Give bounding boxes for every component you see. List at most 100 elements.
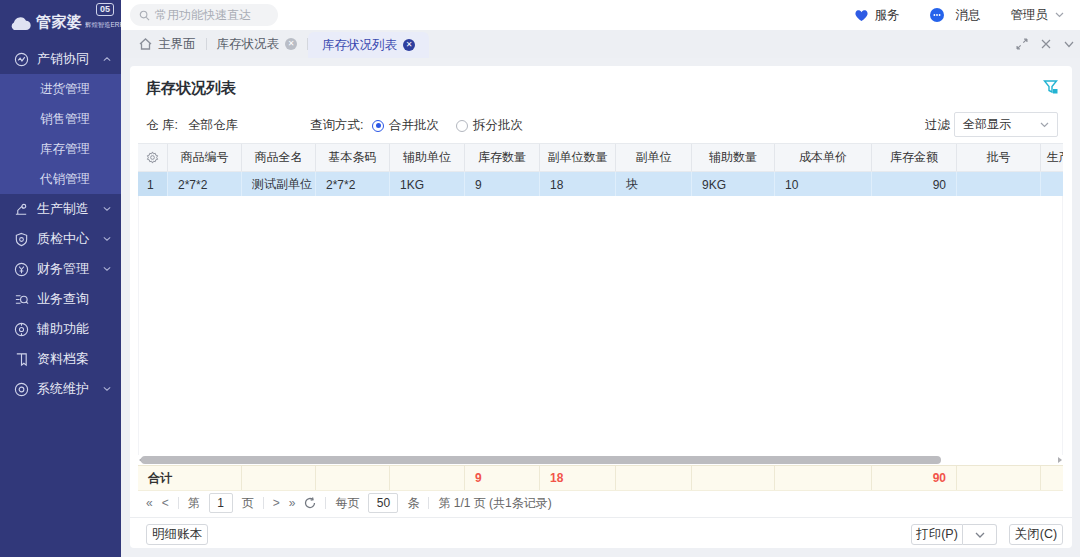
table-cell: 块 xyxy=(616,172,692,197)
column-header[interactable]: 库存金额 xyxy=(872,144,957,171)
total-cell: 18 xyxy=(540,466,616,490)
brand-logo: 管家婆 辉煌智造ERP 05 xyxy=(0,0,121,44)
user-menu[interactable]: 管理员 xyxy=(1011,7,1071,24)
hand-gear-icon xyxy=(13,321,29,337)
table-cell: 2*7*2 xyxy=(316,172,390,197)
scroll-right-arrow[interactable] xyxy=(1057,456,1063,464)
sidebar-item-6[interactable]: 资料档案 xyxy=(0,344,121,374)
column-header[interactable]: 生产日期 xyxy=(1041,144,1063,171)
messages-menu[interactable]: 消息 xyxy=(930,7,981,24)
page-label-post: 页 xyxy=(242,495,254,512)
print-button[interactable]: 打印(P) xyxy=(911,524,963,545)
tab-inventory-report[interactable]: 库存状况表 ✕ xyxy=(207,30,308,58)
close-tab-icon[interactable] xyxy=(1041,39,1051,49)
column-header[interactable]: 商品编号 xyxy=(168,144,242,171)
sidebar-item-7[interactable]: 系统维护 xyxy=(0,374,121,404)
radio-label: 合并批次 xyxy=(389,117,439,134)
page-number-input[interactable]: 1 xyxy=(209,493,233,513)
column-settings-gear-icon[interactable] xyxy=(138,144,168,171)
shield-check-icon xyxy=(13,231,29,247)
column-header[interactable]: 库存数量 xyxy=(465,144,540,171)
row-index: 1 xyxy=(138,172,168,197)
home-icon xyxy=(139,38,152,50)
warehouse-label: 仓 库: xyxy=(146,117,178,134)
column-header[interactable]: 副单位 xyxy=(616,144,692,171)
sidebar-item-1[interactable]: 生产制造 xyxy=(0,194,121,224)
table-cell: 2*7*2 xyxy=(168,172,242,197)
column-header[interactable]: 基本条码 xyxy=(316,144,390,171)
column-header[interactable]: 副单位数量 xyxy=(540,144,616,171)
refresh-icon[interactable] xyxy=(304,497,316,509)
factory-arm-icon xyxy=(13,201,29,217)
filter-funnel-icon[interactable] xyxy=(1043,79,1058,98)
table-cell: 测试副单位 xyxy=(242,172,316,197)
total-cell xyxy=(775,466,872,490)
warehouse-value[interactable]: 全部仓库 xyxy=(188,117,238,134)
submenu-item[interactable]: 库存管理 xyxy=(0,134,121,164)
horizontal-scrollbar[interactable] xyxy=(138,455,1063,465)
radio-label: 拆分批次 xyxy=(473,117,523,134)
total-cell: 90 xyxy=(872,466,957,490)
filter-row: 仓 库: 全部仓库 查询方式: 合并批次 拆分批次 过滤 全部显示 xyxy=(130,112,1072,138)
cloud-logo-icon xyxy=(7,17,32,35)
filter-select-value: 全部显示 xyxy=(963,116,1011,133)
column-header[interactable]: 成本单价 xyxy=(775,144,872,171)
page-label-pre: 第 xyxy=(188,495,200,512)
brand-badge: 05 xyxy=(96,3,114,16)
inventory-table: 商品编号商品全名基本条码辅助单位库存数量副单位数量副单位辅助数量成本单价库存金额… xyxy=(138,143,1063,197)
next-page-button[interactable]: > xyxy=(273,496,280,510)
submenu-item[interactable]: 代销管理 xyxy=(0,164,121,194)
topbar: 常用功能快速直达 服务 消息 管理员 xyxy=(121,0,1080,30)
table-cell: 9 xyxy=(465,172,540,197)
submenu-item[interactable]: 销售管理 xyxy=(0,104,121,134)
sidebar-item-2[interactable]: 质检中心 xyxy=(0,224,121,254)
brand-name: 管家婆 xyxy=(36,13,83,32)
pager-separator xyxy=(325,497,326,509)
sidebar-item-label: 财务管理 xyxy=(37,260,89,278)
tab-inventory-list[interactable]: 库存状况列表 ✕ xyxy=(308,32,429,58)
query-mode-radios: 合并批次 拆分批次 xyxy=(372,117,523,134)
search-placeholder: 常用功能快速直达 xyxy=(155,7,251,24)
tab-close-icon[interactable]: ✕ xyxy=(285,38,297,50)
tabbar: 主界面 库存状况表 ✕ 库存状况列表 ✕ xyxy=(121,30,1080,58)
per-page-input[interactable]: 50 xyxy=(368,493,398,513)
sidebar-item-4[interactable]: 业务查询 xyxy=(0,284,121,314)
detail-ledger-button[interactable]: 明细账本 xyxy=(146,524,208,545)
column-header[interactable]: 辅助单位 xyxy=(390,144,465,171)
submenu-item[interactable]: 进货管理 xyxy=(0,74,121,104)
scrollbar-thumb[interactable] xyxy=(141,456,941,464)
close-button[interactable]: 关闭(C) xyxy=(1009,524,1063,545)
sidebar-item-label: 业务查询 xyxy=(37,290,89,308)
sidebar-item-3[interactable]: 财务管理 xyxy=(0,254,121,284)
column-header[interactable]: 商品全名 xyxy=(242,144,316,171)
first-page-button[interactable]: « xyxy=(146,496,153,510)
table-cell: 10 xyxy=(775,172,872,197)
tab-close-icon[interactable]: ✕ xyxy=(403,39,415,51)
filter-select[interactable]: 全部显示 xyxy=(954,112,1058,137)
sidebar-item-5[interactable]: 辅助功能 xyxy=(0,314,121,344)
total-cell xyxy=(242,466,316,490)
tab-home[interactable]: 主界面 xyxy=(129,30,206,58)
table-row[interactable]: 12*7*2测试副单位2*7*21KG918块9KG1090 xyxy=(138,172,1063,197)
chevron-down-icon xyxy=(1040,122,1049,128)
table-empty-area xyxy=(138,196,1063,455)
last-page-button[interactable]: » xyxy=(289,496,296,510)
radio-split-batch[interactable]: 拆分批次 xyxy=(456,117,523,134)
service-menu[interactable]: 服务 xyxy=(854,7,900,24)
chevron-down-icon xyxy=(103,237,111,242)
total-cell xyxy=(1041,466,1063,490)
heart-icon xyxy=(854,9,869,22)
table-cell: 1KG xyxy=(390,172,465,197)
collapse-icon[interactable] xyxy=(1064,41,1074,48)
prev-page-button[interactable]: < xyxy=(162,496,169,510)
sidebar-submenu: 进货管理销售管理库存管理代销管理 xyxy=(0,74,121,194)
search-input[interactable]: 常用功能快速直达 xyxy=(130,4,278,26)
expand-icon[interactable] xyxy=(1016,38,1028,50)
sidebar-item-0[interactable]: 产销协同 xyxy=(0,44,121,74)
column-header[interactable]: 辅助数量 xyxy=(692,144,775,171)
print-dropdown-button[interactable] xyxy=(963,524,997,545)
total-cell xyxy=(692,466,775,490)
column-header[interactable]: 批号 xyxy=(957,144,1041,171)
pagination-summary: 第 1/1 页 (共1条记录) xyxy=(438,495,551,512)
radio-merge-batch[interactable]: 合并批次 xyxy=(372,117,439,134)
